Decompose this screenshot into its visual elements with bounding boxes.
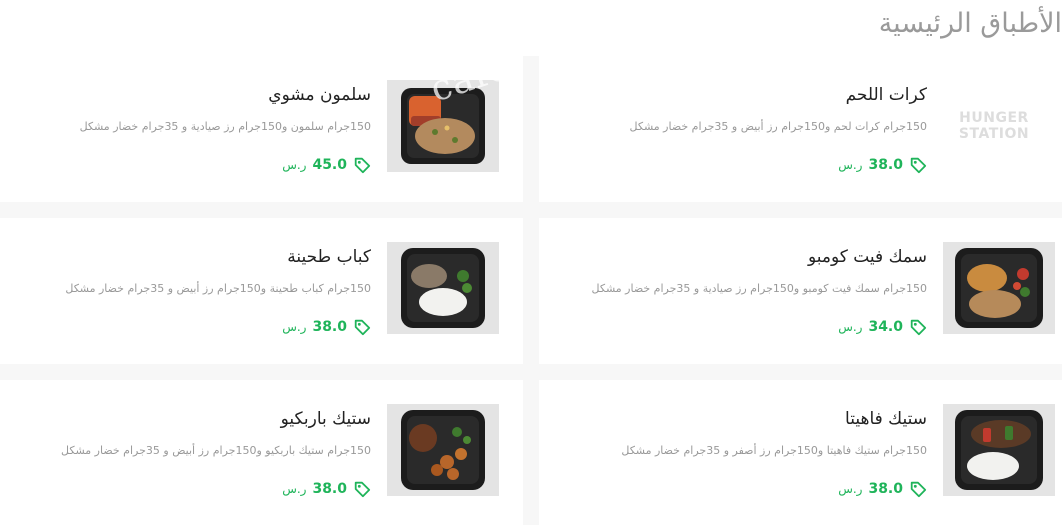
menu-item-card[interactable]: كباب طحينة 150جرام كباب طحينة و150جرام ر… [0,218,523,364]
menu-item-price: 38.0 ر.س [282,480,371,498]
menu-item-description: 150جرام كرات لحم و150جرام رز أبيض و 35جر… [629,120,927,133]
menu-item-description: 150جرام ستيك باربكيو و150جرام رز أبيض و … [61,444,371,457]
menu-item-description: 150جرام سلمون و150جرام رز صيادية و 35جرا… [79,120,371,133]
menu-item-price: 38.0 ر.س [282,318,371,336]
menu-item-description: 150جرام سمك فيت كومبو و150جرام رز صيادية… [591,282,927,295]
menu-item-info: كباب طحينة 150جرام كباب طحينة و150جرام ر… [20,218,371,364]
currency-label: ر.س [838,482,863,496]
currency-label: ر.س [838,158,863,172]
menu-item-info: سمك فيت كومبو 150جرام سمك فيت كومبو و150… [559,218,927,364]
price-value: 38.0 [868,481,903,497]
salmon-dish-image [387,80,499,172]
price-tag-icon [354,319,371,336]
section-header: الأطباق الرئيسية [0,0,1062,56]
menu-item-card[interactable]: ستيك فاهيتا 150جرام ستيك فاهيتا و150جرام… [539,380,1062,525]
bbq-steak-dish-image [387,404,499,496]
menu-item-info: سلمون مشوي 150جرام سلمون و150جرام رز صيا… [20,56,371,202]
menu-item-name: سمك فيت كومبو [807,247,927,267]
price-value: 34.0 [868,319,903,335]
menu-item-name: كباب طحينة [287,247,371,267]
menu-item-image [943,242,1055,334]
currency-label: ر.س [838,320,863,334]
menu-item-info: ستيك فاهيتا 150جرام ستيك فاهيتا و150جرام… [559,380,927,525]
menu-item-name: كرات اللحم [845,85,927,105]
currency-label: ر.س [282,158,307,172]
menu-item-card[interactable]: سمك فيت كومبو 150جرام سمك فيت كومبو و150… [539,218,1062,364]
price-value: 38.0 [312,481,347,497]
fish-dish-image [943,242,1055,334]
menu-item-image [943,404,1055,496]
menu-item-card[interactable]: HUNGER STATION كرات اللحم 150جرام كرات لح… [539,56,1062,202]
menu-item-card[interactable]: سلمون مشوي 150جرام سلمون و150جرام رز صيا… [0,56,523,202]
currency-label: ر.س [282,482,307,496]
price-tag-icon [354,157,371,174]
menu-item-name: ستيك فاهيتا [845,409,927,429]
fajita-dish-image [943,404,1055,496]
menu-grid: HUNGER STATION كرات اللحم 150جرام كرات لح… [0,56,1062,525]
menu-item-card[interactable]: ستيك باربكيو 150جرام ستيك باربكيو و150جر… [0,380,523,525]
menu-item-price: 38.0 ر.س [838,156,927,174]
menu-item-description: 150جرام ستيك فاهيتا و150جرام رز أصفر و 3… [621,444,927,457]
price-tag-icon [354,481,371,498]
menu-item-info: كرات اللحم 150جرام كرات لحم و150جرام رز … [559,56,927,202]
menu-item-price: 34.0 ر.س [838,318,927,336]
menu-item-image [387,242,499,334]
menu-item-description: 150جرام كباب طحينة و150جرام رز أبيض و 35… [65,282,371,295]
price-value: 45.0 [312,157,347,173]
section-title: الأطباق الرئيسية [878,8,1062,39]
price-value: 38.0 [312,319,347,335]
menu-item-info: ستيك باربكيو 150جرام ستيك باربكيو و150جر… [20,380,371,525]
menu-item-image [387,404,499,496]
price-tag-icon [910,481,927,498]
kebab-dish-image [387,242,499,334]
price-tag-icon [910,319,927,336]
menu-item-price: 45.0 ر.س [282,156,371,174]
currency-label: ر.س [282,320,307,334]
menu-item-image [387,80,499,172]
menu-item-name: ستيك باربكيو [280,409,371,429]
menu-item-name: سلمون مشوي [268,85,371,105]
hunger-station-logo: HUNGER STATION [958,110,1030,142]
price-value: 38.0 [868,157,903,173]
menu-item-price: 38.0 ر.س [838,480,927,498]
price-tag-icon [910,157,927,174]
